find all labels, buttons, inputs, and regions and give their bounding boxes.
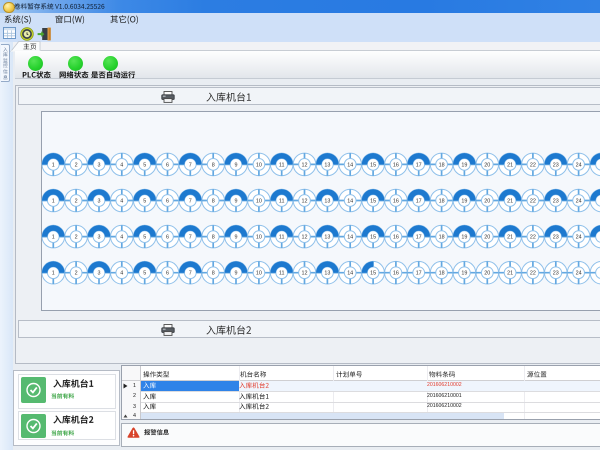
svg-text:13: 13	[324, 271, 330, 277]
svg-text:23: 23	[553, 199, 559, 205]
svg-text:21: 21	[507, 271, 513, 277]
svg-text:24: 24	[576, 199, 582, 205]
svg-text:24: 24	[576, 271, 582, 277]
svg-text:12: 12	[302, 199, 308, 205]
svg-text:4: 4	[120, 235, 123, 241]
svg-text:18: 18	[439, 199, 445, 205]
svg-text:11: 11	[279, 271, 285, 277]
svg-text:21: 21	[507, 235, 513, 241]
svg-text:6: 6	[166, 235, 169, 241]
svg-text:1: 1	[52, 235, 55, 241]
svg-text:12: 12	[302, 271, 308, 277]
svg-text:22: 22	[530, 235, 536, 241]
svg-text:5: 5	[143, 162, 146, 168]
svg-text:12: 12	[302, 235, 308, 241]
svg-text:6: 6	[166, 271, 169, 277]
svg-text:16: 16	[393, 235, 399, 241]
svg-text:17: 17	[416, 271, 422, 277]
svg-text:22: 22	[530, 199, 536, 205]
svg-text:15: 15	[370, 162, 376, 168]
svg-text:14: 14	[347, 271, 353, 277]
svg-text:16: 16	[393, 271, 399, 277]
svg-text:2: 2	[75, 199, 78, 205]
svg-text:4: 4	[120, 162, 123, 168]
svg-text:11: 11	[279, 199, 285, 205]
svg-text:17: 17	[416, 199, 422, 205]
svg-text:3: 3	[98, 271, 101, 277]
svg-text:3: 3	[98, 162, 101, 168]
svg-text:7: 7	[189, 162, 192, 168]
svg-text:1: 1	[52, 271, 55, 277]
svg-text:6: 6	[166, 162, 169, 168]
svg-text:7: 7	[189, 235, 192, 241]
svg-text:3: 3	[98, 199, 101, 205]
svg-text:20: 20	[484, 235, 490, 241]
svg-text:10: 10	[256, 271, 262, 277]
svg-text:9: 9	[235, 235, 238, 241]
svg-text:19: 19	[461, 271, 467, 277]
svg-text:8: 8	[212, 162, 215, 168]
svg-text:5: 5	[143, 199, 146, 205]
svg-text:23: 23	[553, 162, 559, 168]
svg-text:9: 9	[235, 199, 238, 205]
svg-text:14: 14	[347, 199, 353, 205]
svg-text:19: 19	[461, 162, 467, 168]
svg-text:5: 5	[143, 235, 146, 241]
svg-text:11: 11	[279, 162, 285, 168]
svg-text:24: 24	[576, 235, 582, 241]
svg-text:7: 7	[189, 199, 192, 205]
svg-text:10: 10	[256, 199, 262, 205]
svg-text:13: 13	[324, 162, 330, 168]
svg-text:16: 16	[393, 199, 399, 205]
svg-text:7: 7	[189, 271, 192, 277]
svg-text:22: 22	[530, 162, 536, 168]
svg-text:13: 13	[324, 235, 330, 241]
svg-text:17: 17	[416, 162, 422, 168]
svg-text:9: 9	[235, 271, 238, 277]
svg-text:10: 10	[256, 162, 262, 168]
svg-text:10: 10	[256, 235, 262, 241]
svg-text:16: 16	[393, 162, 399, 168]
svg-text:15: 15	[370, 271, 376, 277]
svg-text:3: 3	[98, 235, 101, 241]
svg-text:1: 1	[52, 162, 55, 168]
svg-text:21: 21	[507, 162, 513, 168]
svg-text:8: 8	[212, 271, 215, 277]
svg-text:20: 20	[484, 199, 490, 205]
svg-text:20: 20	[484, 162, 490, 168]
svg-text:18: 18	[439, 271, 445, 277]
svg-text:2: 2	[75, 271, 78, 277]
svg-text:6: 6	[166, 199, 169, 205]
svg-text:8: 8	[212, 235, 215, 241]
svg-text:5: 5	[143, 271, 146, 277]
svg-text:2: 2	[75, 162, 78, 168]
svg-text:13: 13	[324, 199, 330, 205]
svg-text:22: 22	[530, 271, 536, 277]
svg-text:8: 8	[212, 199, 215, 205]
svg-text:24: 24	[576, 162, 582, 168]
svg-text:14: 14	[347, 162, 353, 168]
svg-text:1: 1	[52, 199, 55, 205]
svg-text:18: 18	[439, 162, 445, 168]
svg-text:15: 15	[370, 235, 376, 241]
svg-text:21: 21	[507, 199, 513, 205]
svg-text:11: 11	[279, 235, 285, 241]
svg-text:17: 17	[416, 235, 422, 241]
svg-text:2: 2	[75, 235, 78, 241]
svg-text:19: 19	[461, 199, 467, 205]
svg-text:15: 15	[370, 199, 376, 205]
svg-text:23: 23	[553, 271, 559, 277]
svg-text:4: 4	[120, 199, 123, 205]
svg-text:9: 9	[235, 162, 238, 168]
svg-text:14: 14	[347, 235, 353, 241]
svg-text:18: 18	[439, 235, 445, 241]
svg-text:20: 20	[484, 271, 490, 277]
svg-text:19: 19	[461, 235, 467, 241]
svg-text:4: 4	[120, 271, 123, 277]
svg-text:12: 12	[302, 162, 308, 168]
svg-text:23: 23	[553, 235, 559, 241]
